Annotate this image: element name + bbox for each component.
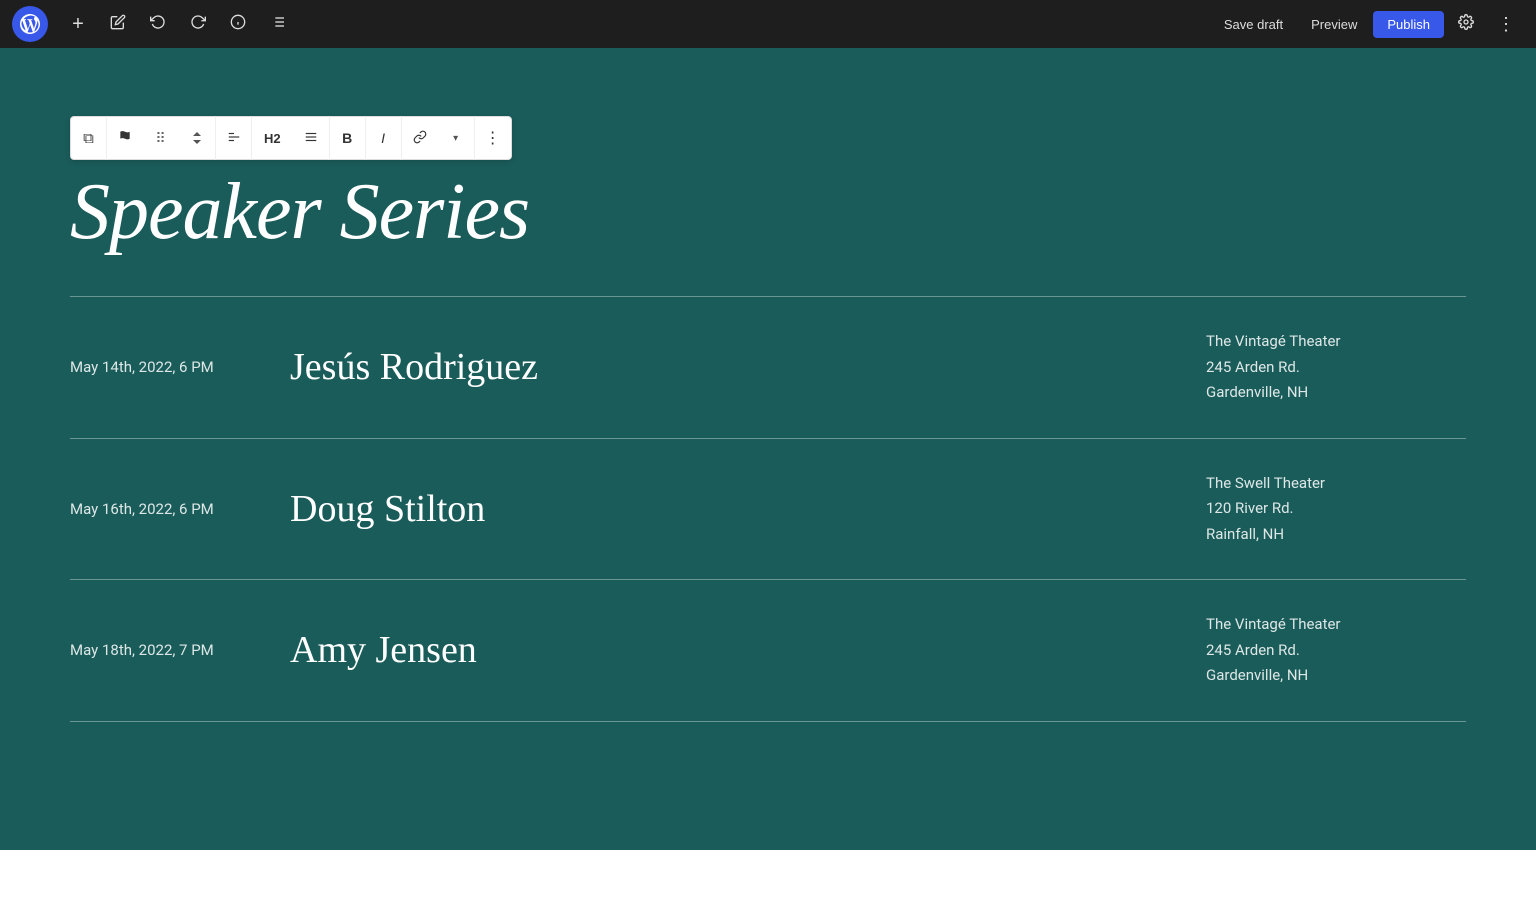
save-draft-button[interactable]: Save draft bbox=[1212, 11, 1295, 38]
plus-icon: + bbox=[72, 13, 84, 36]
bold-icon: B bbox=[342, 130, 352, 146]
ellipsis-vertical-icon: ⋮ bbox=[1497, 14, 1515, 35]
more-block-options-button[interactable]: ⋮ bbox=[475, 116, 511, 160]
chevron-updown-icon bbox=[193, 132, 201, 144]
heading-align-button[interactable] bbox=[293, 116, 329, 160]
event-row: May 18th, 2022, 7 PM Amy Jensen The Vint… bbox=[70, 580, 1466, 722]
top-toolbar: + bbox=[0, 0, 1536, 48]
copy-icon: ⧉ bbox=[83, 130, 94, 147]
event-date: May 14th, 2022, 6 PM bbox=[70, 358, 290, 376]
link-icon bbox=[413, 130, 427, 147]
italic-icon: I bbox=[381, 130, 385, 146]
more-options-button[interactable]: ⋮ bbox=[1488, 6, 1524, 42]
block-flag-button[interactable] bbox=[107, 116, 143, 160]
edit-button[interactable] bbox=[100, 6, 136, 42]
page-title[interactable]: Speaker Series bbox=[70, 168, 1466, 256]
event-row: May 16th, 2022, 6 PM Doug Stilton The Sw… bbox=[70, 439, 1466, 581]
block-toolbar: ⧉ ⠿ bbox=[70, 116, 512, 160]
link-chevron-button[interactable]: ▾ bbox=[438, 116, 474, 160]
publish-button[interactable]: Publish bbox=[1373, 11, 1444, 38]
drag-handle-button[interactable]: ⠿ bbox=[143, 116, 179, 160]
italic-button[interactable]: I bbox=[366, 116, 402, 160]
redo-button[interactable] bbox=[180, 6, 216, 42]
copy-block-button[interactable]: ⧉ bbox=[71, 116, 107, 160]
content-area: ⧉ ⠿ bbox=[0, 48, 1536, 850]
gear-icon bbox=[1458, 14, 1474, 35]
event-speaker: Amy Jensen bbox=[290, 628, 1206, 672]
event-date: May 16th, 2022, 6 PM bbox=[70, 500, 290, 518]
redo-icon bbox=[190, 14, 206, 35]
block-mover-group: ⠿ bbox=[107, 116, 216, 160]
more-icon: ⋮ bbox=[485, 128, 501, 148]
event-speaker: Doug Stilton bbox=[290, 487, 1206, 531]
move-up-down-button[interactable] bbox=[179, 116, 215, 160]
wordpress-logo[interactable] bbox=[12, 6, 48, 42]
event-location: The Vintagé Theater245 Arden Rd.Gardenvi… bbox=[1206, 329, 1466, 406]
list-view-button[interactable] bbox=[260, 6, 296, 42]
event-location: The Vintagé Theater245 Arden Rd.Gardenvi… bbox=[1206, 612, 1466, 689]
preview-button[interactable]: Preview bbox=[1299, 11, 1369, 38]
event-row: May 14th, 2022, 6 PM Jesús Rodriguez The… bbox=[70, 297, 1466, 439]
list-icon bbox=[270, 14, 286, 35]
pencil-icon bbox=[110, 14, 126, 35]
event-location: The Swell Theater120 River Rd.Rainfall, … bbox=[1206, 471, 1466, 548]
align-left-icon bbox=[227, 130, 241, 147]
align-left-button[interactable] bbox=[216, 116, 252, 160]
align-text-icon bbox=[304, 130, 318, 147]
heading-group: H2 bbox=[252, 116, 330, 160]
events-list: May 14th, 2022, 6 PM Jesús Rodriguez The… bbox=[70, 297, 1466, 722]
event-speaker: Jesús Rodriguez bbox=[290, 345, 1206, 389]
heading-label: H2 bbox=[260, 131, 285, 146]
flag-icon bbox=[118, 130, 132, 147]
event-date: May 18th, 2022, 7 PM bbox=[70, 641, 290, 659]
info-button[interactable] bbox=[220, 6, 256, 42]
undo-button[interactable] bbox=[140, 6, 176, 42]
link-group: ▾ bbox=[402, 116, 475, 160]
drag-icon: ⠿ bbox=[155, 130, 166, 147]
undo-icon bbox=[150, 14, 166, 35]
settings-button[interactable] bbox=[1448, 6, 1484, 42]
heading-type-button[interactable]: H2 bbox=[252, 116, 293, 160]
info-icon bbox=[230, 14, 246, 35]
bold-button[interactable]: B bbox=[330, 116, 366, 160]
chevron-down-icon: ▾ bbox=[453, 133, 458, 144]
link-button[interactable] bbox=[402, 116, 438, 160]
add-block-button[interactable]: + bbox=[60, 6, 96, 42]
